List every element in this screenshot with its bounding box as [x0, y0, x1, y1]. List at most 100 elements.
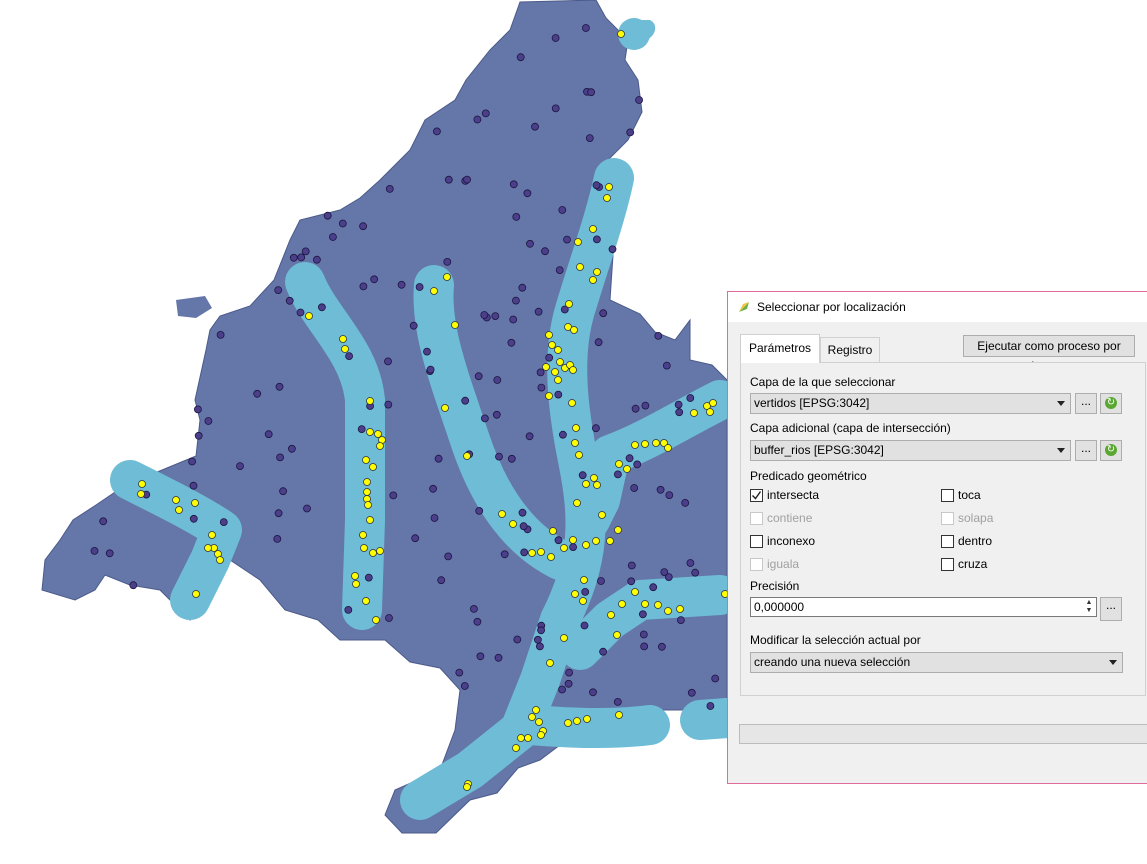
- map-point: [640, 642, 649, 651]
- selected-point: [549, 527, 557, 535]
- map-point: [193, 405, 202, 414]
- map-point: [569, 543, 577, 551]
- map-point: [323, 211, 332, 220]
- select-from-refresh-button[interactable]: ↻: [1100, 393, 1122, 414]
- selected-point: [568, 399, 576, 407]
- checkbox-inconexo[interactable]: [750, 535, 763, 548]
- map-point: [129, 581, 138, 590]
- label-toca[interactable]: toca: [958, 488, 981, 502]
- label-intersecta[interactable]: intersecta: [767, 488, 819, 502]
- select-from-combo[interactable]: vertidos [EPSG:3042]: [750, 393, 1071, 414]
- label-dentro[interactable]: dentro: [958, 534, 992, 548]
- selected-point: [583, 715, 591, 723]
- map-point: [494, 653, 503, 662]
- selected-point: [560, 544, 568, 552]
- selected-point: [528, 549, 536, 557]
- additional-layer-value: buffer_rios [EPSG:3042]: [754, 443, 884, 457]
- map-point: [274, 286, 283, 295]
- select-from-browse-button[interactable]: ...: [1075, 393, 1097, 414]
- map-point: [344, 606, 353, 614]
- selected-point: [546, 659, 554, 667]
- label-cruza[interactable]: cruza: [958, 557, 987, 571]
- map-point: [475, 506, 484, 515]
- map-point: [279, 487, 288, 496]
- tab-parametros[interactable]: Parámetros: [740, 334, 820, 363]
- selected-point: [554, 376, 562, 384]
- selected-point: [556, 358, 564, 366]
- selected-point: [572, 424, 580, 432]
- selected-point: [617, 30, 625, 38]
- selected-point: [593, 481, 601, 489]
- tab-registro[interactable]: Registro: [820, 337, 880, 362]
- selected-point: [362, 597, 370, 605]
- additional-layer-label: Capa adicional (capa de intersección): [750, 421, 951, 435]
- selected-point: [545, 392, 553, 400]
- checkbox-dentro[interactable]: [941, 535, 954, 548]
- precision-spinbox[interactable]: 0,000000 ▲ ▼: [750, 597, 1097, 617]
- selected-point: [654, 601, 662, 609]
- map-point: [461, 396, 470, 405]
- map-point: [397, 280, 406, 289]
- selected-point: [362, 456, 370, 464]
- precision-label: Precisión: [750, 579, 800, 593]
- label-inconexo[interactable]: inconexo: [767, 534, 815, 548]
- additional-layer-refresh-button[interactable]: ↻: [1100, 440, 1122, 461]
- map-point: [253, 389, 262, 398]
- map-point: [423, 347, 431, 356]
- additional-layer-browse-button[interactable]: ...: [1075, 440, 1097, 461]
- map-point: [274, 509, 283, 518]
- selected-point: [443, 273, 451, 281]
- spin-down-icon[interactable]: ▼: [1083, 607, 1095, 615]
- map-point: [534, 307, 543, 316]
- map-point: [480, 414, 489, 423]
- map-point: [592, 424, 600, 433]
- map-point: [625, 454, 634, 463]
- map-point: [564, 679, 573, 688]
- selected-point: [575, 451, 583, 459]
- run-batch-button[interactable]: Ejecutar como proceso por lotes...: [963, 335, 1135, 373]
- map-point: [455, 668, 464, 677]
- map-point: [359, 282, 368, 291]
- selected-point: [339, 335, 347, 343]
- additional-layer-combo[interactable]: buffer_rios [EPSG:3042]: [750, 440, 1071, 461]
- map-point: [551, 34, 560, 42]
- map-point: [219, 518, 228, 526]
- map-point: [658, 642, 666, 651]
- map-point: [541, 247, 549, 256]
- checkbox-intersecta[interactable]: [750, 489, 763, 502]
- map-point: [285, 296, 294, 305]
- map-point: [476, 652, 485, 661]
- map-point: [512, 296, 520, 305]
- map-point: [536, 368, 545, 377]
- precision-browse-button[interactable]: ...: [1100, 597, 1122, 621]
- map-point: [558, 685, 566, 694]
- map-point: [587, 88, 595, 97]
- map-point: [463, 175, 472, 184]
- selected-point: [615, 460, 623, 468]
- map-point: [627, 577, 636, 586]
- selected-point: [172, 496, 180, 504]
- spin-up-icon[interactable]: ▲: [1083, 599, 1095, 607]
- selected-point: [548, 341, 556, 349]
- selected-point: [690, 409, 698, 417]
- map-point: [523, 189, 532, 198]
- map-point: [507, 454, 516, 463]
- selected-point: [216, 556, 224, 564]
- selected-point: [369, 549, 377, 557]
- map-point: [578, 471, 587, 480]
- checkbox-cruza[interactable]: [941, 558, 954, 571]
- map-point: [444, 175, 453, 184]
- map-point: [513, 635, 522, 644]
- selected-point: [614, 526, 622, 534]
- selected-point: [463, 452, 471, 460]
- selected-point: [652, 439, 660, 447]
- map-point: [677, 616, 685, 624]
- chevron-down-icon: [1057, 401, 1065, 406]
- selected-point: [192, 590, 200, 598]
- selected-point: [524, 734, 532, 742]
- checkbox-toca[interactable]: [941, 489, 954, 502]
- modify-selection-combo[interactable]: creando una nueva selección: [750, 652, 1123, 673]
- map-point: [525, 432, 534, 441]
- checkbox-contiene: [750, 512, 763, 525]
- map-point: [536, 642, 544, 651]
